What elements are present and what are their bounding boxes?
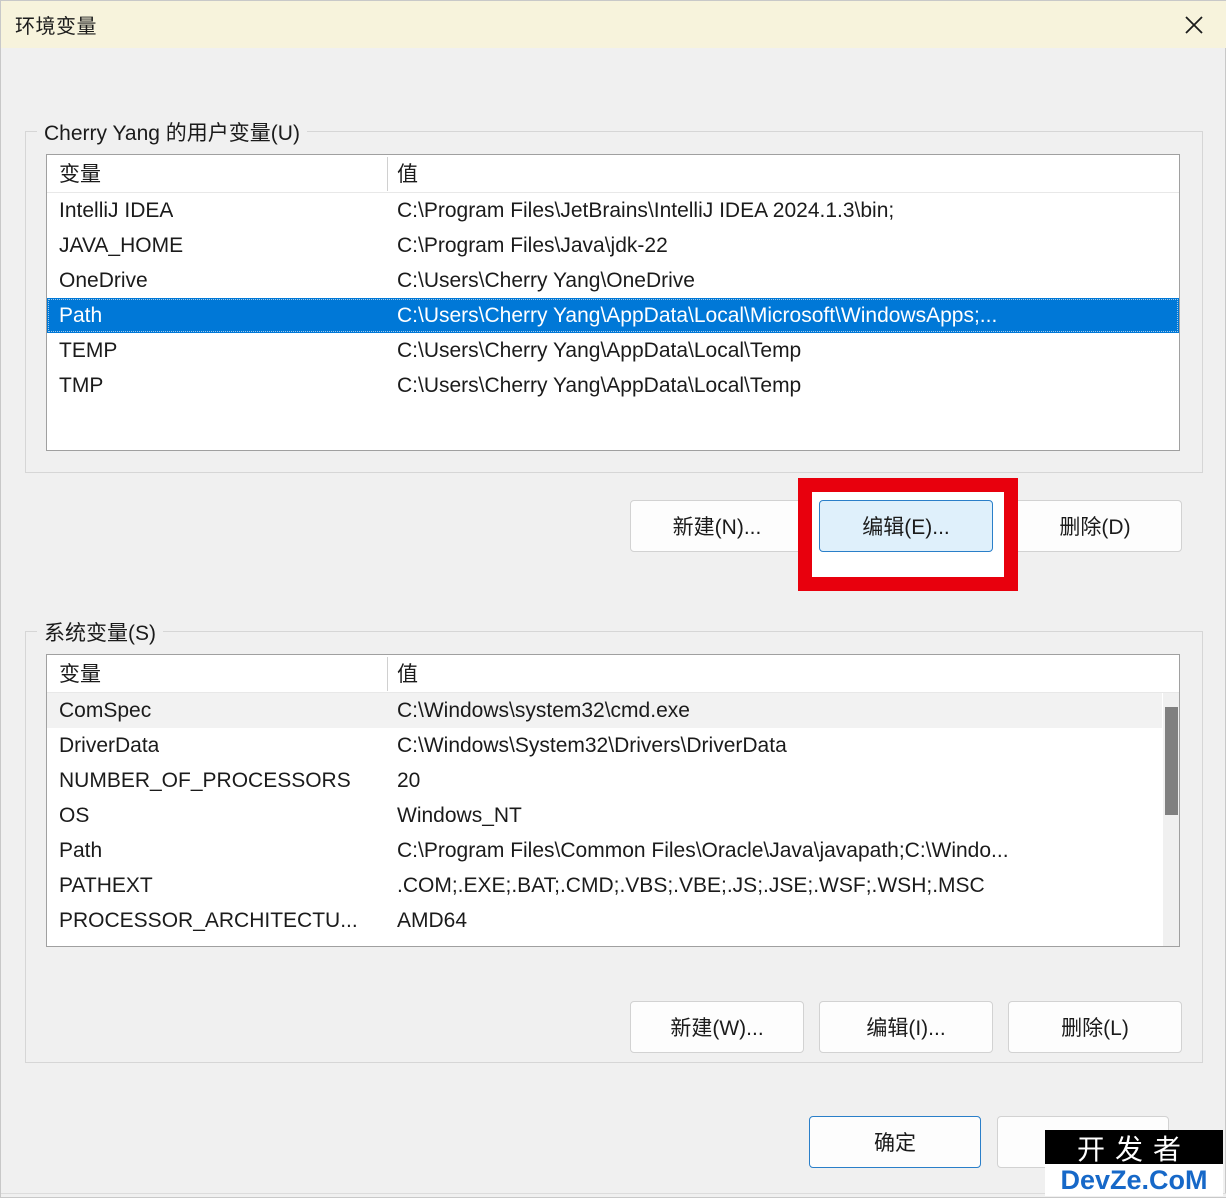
- system-variables-group: 系统变量(S) 变量 值 ComSpec C:\Windows\system32…: [25, 617, 1203, 1063]
- table-row[interactable]: PATHEXT .COM;.EXE;.BAT;.CMD;.VBS;.VBE;.J…: [47, 868, 1179, 903]
- table-row[interactable]: JAVA_HOME C:\Program Files\Java\jdk-22: [47, 228, 1179, 263]
- table-row[interactable]: Path C:\Program Files\Common Files\Oracl…: [47, 833, 1179, 868]
- system-var-name: PROCESSOR_ARCHITECTU...: [59, 908, 358, 932]
- system-table-scrollbar[interactable]: [1162, 693, 1179, 946]
- new-user-variable-button[interactable]: 新建(N)...: [630, 500, 804, 552]
- cancel-button[interactable]: 取消: [997, 1116, 1169, 1168]
- system-variables-table[interactable]: 变量 值 ComSpec C:\Windows\system32\cmd.exe…: [46, 654, 1180, 947]
- user-var-name: OneDrive: [59, 268, 148, 292]
- system-var-value: C:\Windows\System32\Drivers\DriverData: [397, 733, 787, 757]
- bottom-clipped-strip: [1, 1193, 1226, 1197]
- user-var-name: TEMP: [59, 338, 118, 362]
- system-var-name: ComSpec: [59, 698, 152, 722]
- edit-system-variable-button[interactable]: 编辑(I)...: [819, 1001, 993, 1053]
- system-table-header: 变量 值: [47, 655, 1179, 693]
- user-var-value: C:\Program Files\JetBrains\IntelliJ IDEA…: [397, 198, 895, 222]
- system-variables-legend: 系统变量(S): [37, 617, 163, 647]
- system-var-name: DriverData: [59, 733, 160, 757]
- system-var-value: AMD64: [397, 908, 468, 932]
- user-variables-group: Cherry Yang 的用户变量(U) 变量 值 IntelliJ IDEA …: [25, 117, 1203, 473]
- table-row[interactable]: TEMP C:\Users\Cherry Yang\AppData\Local\…: [47, 333, 1179, 368]
- user-var-name: JAVA_HOME: [59, 233, 184, 257]
- system-var-value: Intel64 Family 6 Model 186 Stepping 2, G…: [397, 944, 886, 947]
- column-divider: [387, 657, 388, 691]
- user-variables-table[interactable]: 变量 值 IntelliJ IDEA C:\Program Files\JetB…: [46, 154, 1180, 451]
- table-row[interactable]: OS Windows_NT: [47, 798, 1179, 833]
- system-var-value: C:\Program Files\Common Files\Oracle\Jav…: [397, 838, 1009, 862]
- table-row[interactable]: OneDrive C:\Users\Cherry Yang\OneDrive: [47, 263, 1179, 298]
- user-var-name: Path: [59, 303, 103, 327]
- window-title: 环境变量: [15, 16, 97, 38]
- environment-variables-dialog: 环境变量 Cherry Yang 的用户变量(U) 变量 值 IntelliJ …: [0, 0, 1226, 1198]
- user-column-header-value[interactable]: 值: [397, 158, 418, 188]
- new-system-variable-button[interactable]: 新建(W)...: [630, 1001, 804, 1053]
- scrollbar-thumb[interactable]: [1165, 707, 1178, 815]
- user-var-name: TMP: [59, 373, 104, 397]
- table-row[interactable]: NUMBER_OF_PROCESSORS 20: [47, 763, 1179, 798]
- user-var-value: C:\Users\Cherry Yang\OneDrive: [397, 268, 695, 292]
- table-row-selected[interactable]: Path C:\Users\Cherry Yang\AppData\Local\…: [47, 298, 1179, 333]
- table-row[interactable]: IntelliJ IDEA C:\Program Files\JetBrains…: [47, 193, 1179, 228]
- delete-system-variable-button[interactable]: 删除(L): [1008, 1001, 1182, 1053]
- table-row[interactable]: ComSpec C:\Windows\system32\cmd.exe: [47, 693, 1179, 728]
- user-column-header-name[interactable]: 变量: [59, 158, 101, 188]
- delete-user-variable-button[interactable]: 删除(D): [1008, 500, 1182, 552]
- edit-user-variable-button[interactable]: 编辑(E)...: [819, 500, 993, 552]
- system-var-name: OS: [59, 803, 90, 827]
- user-var-value: C:\Users\Cherry Yang\AppData\Local\Micro…: [397, 303, 998, 327]
- ok-button[interactable]: 确定: [809, 1116, 981, 1168]
- system-column-header-value[interactable]: 值: [397, 658, 418, 688]
- system-var-value: 20: [397, 768, 421, 792]
- user-variables-legend: Cherry Yang 的用户变量(U): [37, 117, 307, 147]
- system-var-name: PATHEXT: [59, 873, 153, 897]
- user-var-value: C:\Users\Cherry Yang\AppData\Local\Temp: [397, 338, 802, 362]
- system-column-header-name[interactable]: 变量: [59, 658, 101, 688]
- user-var-value: C:\Program Files\Java\jdk-22: [397, 233, 668, 257]
- table-row[interactable]: PROCESSOR_ARCHITECTU... AMD64: [47, 903, 1179, 938]
- user-var-value: C:\Users\Cherry Yang\AppData\Local\Temp: [397, 373, 802, 397]
- system-var-value: .COM;.EXE;.BAT;.CMD;.VBS;.VBE;.JS;.JSE;.…: [397, 873, 985, 897]
- watermark-domain: DevZe.CoM: [1045, 1164, 1223, 1196]
- table-row[interactable]: DriverData C:\Windows\System32\Drivers\D…: [47, 728, 1179, 763]
- user-table-header: 变量 值: [47, 155, 1179, 193]
- column-divider: [387, 157, 388, 191]
- table-row[interactable]: TMP C:\Users\Cherry Yang\AppData\Local\T…: [47, 368, 1179, 403]
- user-var-name: IntelliJ IDEA: [59, 198, 174, 222]
- system-var-value: Windows_NT: [397, 803, 522, 827]
- title-bar: 环境变量: [1, 1, 1226, 48]
- system-var-name: NUMBER_OF_PROCESSORS: [59, 768, 351, 792]
- close-icon[interactable]: [1161, 1, 1226, 48]
- system-var-name: Path: [59, 838, 103, 862]
- system-var-name: PROCESSOR_IDENTIFIER: [59, 944, 322, 947]
- table-row[interactable]: PROCESSOR_IDENTIFIER Intel64 Family 6 Mo…: [47, 938, 1179, 947]
- system-var-value: C:\Windows\system32\cmd.exe: [397, 698, 690, 722]
